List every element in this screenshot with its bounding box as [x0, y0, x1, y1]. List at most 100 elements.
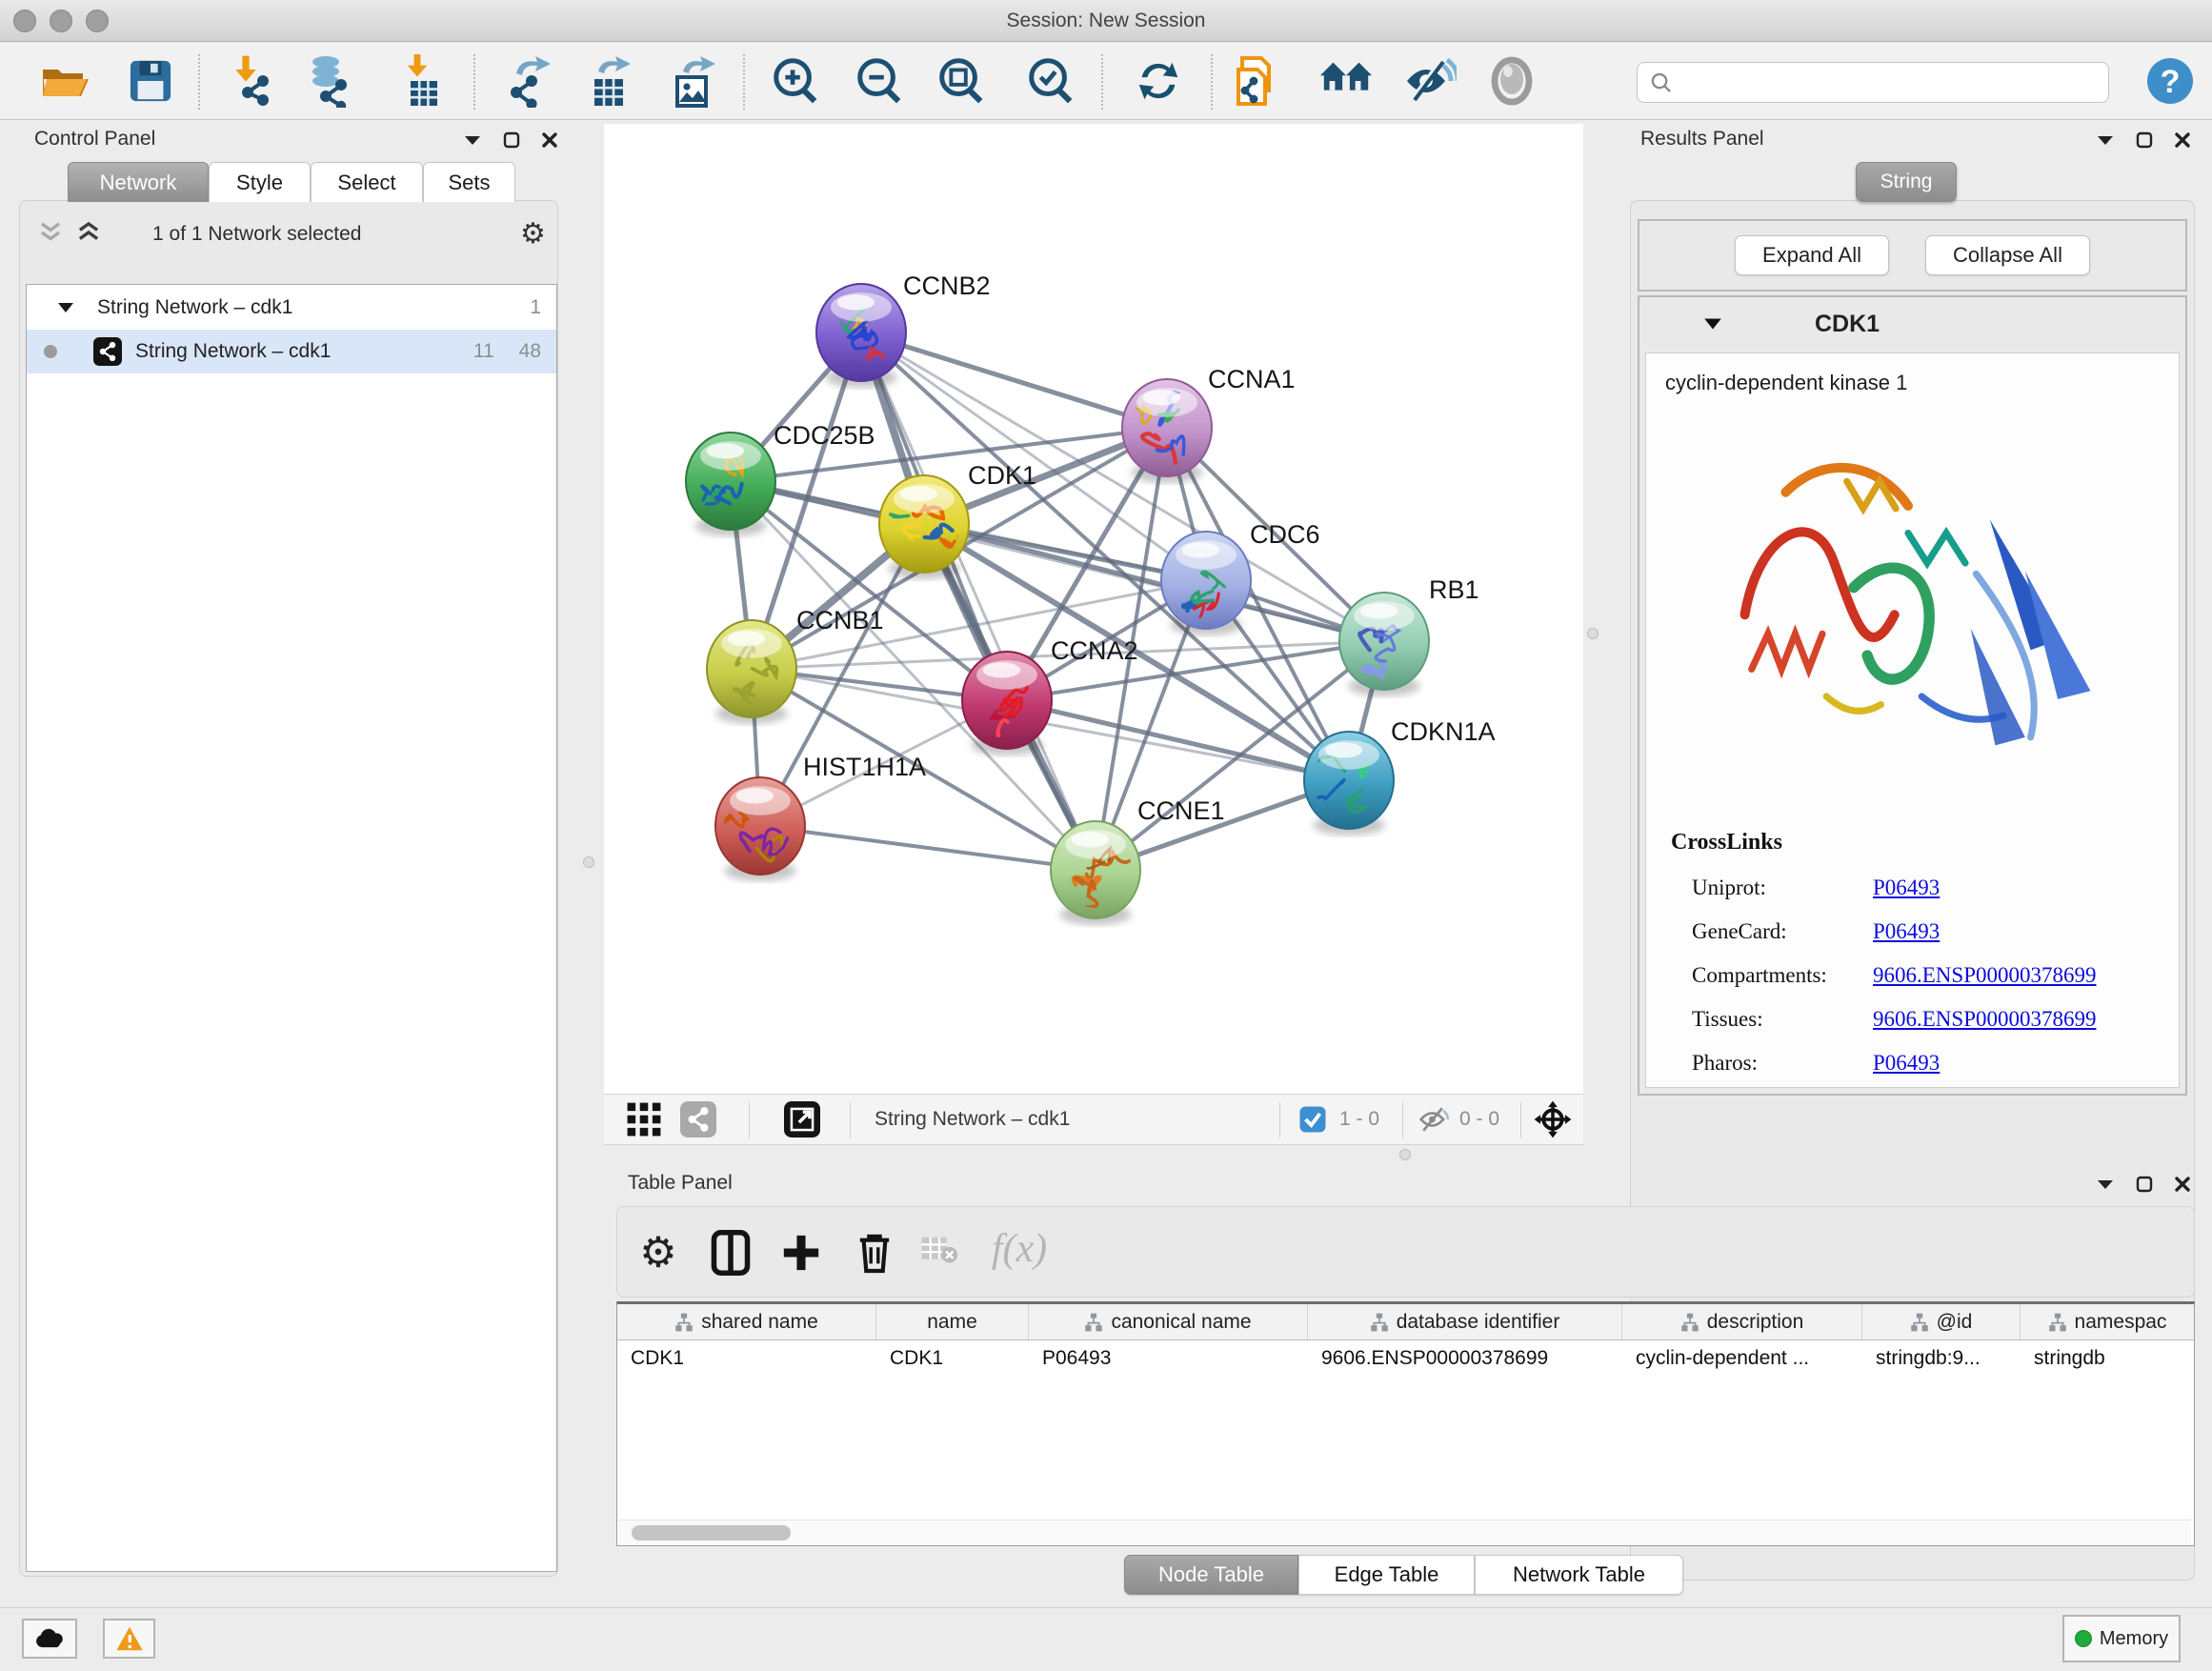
network-row[interactable]: String Network – cdk1 11 48 [27, 330, 556, 373]
show-columns-button[interactable] [711, 1230, 751, 1276]
tab-select[interactable]: Select [311, 162, 423, 202]
right-splitter-handle[interactable] [1587, 628, 1599, 639]
column-header-description[interactable]: description [1622, 1304, 1862, 1339]
collapse-all-button[interactable]: Collapse All [1925, 235, 2090, 275]
tab-style[interactable]: Style [209, 162, 311, 202]
column-header-canonical-name[interactable]: canonical name [1029, 1304, 1308, 1339]
tab-edge-table[interactable]: Edge Table [1298, 1555, 1475, 1595]
close-window-button[interactable] [13, 10, 36, 32]
minimize-window-button[interactable] [50, 10, 72, 32]
hide-selected-button[interactable] [1403, 57, 1457, 105]
first-neighbors-button[interactable] [1318, 57, 1374, 105]
panel-menu-icon[interactable] [463, 133, 482, 147]
node-CCNA1[interactable] [1116, 379, 1212, 484]
node-CCNE1[interactable] [1051, 821, 1140, 925]
network-graph[interactable]: CCNB2CCNA1CDC25BCDK1CDC6RB1CCNB1CCNA2CDK… [604, 124, 1583, 1094]
column-header-namespac[interactable]: namespac [2021, 1304, 2194, 1339]
expand-all-button[interactable]: Expand All [1735, 235, 1889, 275]
table-scrollbar-thumb[interactable] [632, 1525, 791, 1540]
open-in-window-button[interactable] [784, 1101, 820, 1137]
network-view[interactable]: CCNB2CCNA1CDC25BCDK1CDC6RB1CCNB1CCNA2CDK… [604, 124, 1583, 1094]
zoom-in-button[interactable] [769, 55, 820, 107]
clone-network-button[interactable] [1231, 54, 1284, 108]
add-column-button[interactable] [782, 1234, 820, 1272]
column-header-database-identifier[interactable]: database identifier [1308, 1304, 1622, 1339]
open-session-button[interactable] [41, 60, 90, 102]
column-header-name[interactable]: name [876, 1304, 1029, 1339]
zoom-selected-button[interactable] [1024, 55, 1076, 107]
node-CDKN1A[interactable] [1304, 732, 1394, 836]
import-table-button[interactable] [393, 54, 447, 108]
edge-CCNB2-CCNE1[interactable] [861, 332, 1096, 870]
column-header--id[interactable]: @id [1862, 1304, 2021, 1339]
table-row[interactable]: CDK1CDK1P064939606.ENSP00000378699cyclin… [617, 1340, 2194, 1377]
zoom-fit-button[interactable] [935, 55, 986, 107]
save-session-button[interactable] [129, 59, 172, 103]
crosslink-link[interactable]: 9606.ENSP00000378699 [1873, 963, 2097, 988]
pan-mode-button[interactable] [1533, 1099, 1573, 1139]
selected-checkbox[interactable] [1298, 1105, 1327, 1134]
warnings-button[interactable] [103, 1619, 155, 1659]
export-image-button[interactable] [666, 54, 719, 108]
zoom-window-button[interactable] [86, 10, 109, 32]
search-input[interactable] [1683, 71, 2097, 93]
panel-menu-icon[interactable] [2096, 1178, 2115, 1191]
close-panel-icon[interactable] [2174, 1176, 2191, 1193]
network-options-gear-icon[interactable]: ⚙ [520, 217, 546, 251]
node-CDK1[interactable] [869, 475, 969, 579]
protein-section-header[interactable]: CDK1 [1639, 297, 2185, 351]
hidden-indicator[interactable] [1418, 1106, 1451, 1133]
function-builder-button[interactable]: f(x) [992, 1226, 1047, 1272]
panel-menu-icon[interactable] [2096, 133, 2115, 147]
birds-eye-view-button[interactable] [626, 1101, 662, 1137]
delete-column-button[interactable] [856, 1231, 893, 1275]
crosslink-link[interactable]: 9606.ENSP00000378699 [1873, 1007, 2097, 1032]
protein-section: CDK1 cyclin-dependent kinase 1 CrossLink… [1638, 295, 2187, 1096]
tab-string[interactable]: String [1856, 162, 1957, 202]
collapse-all-icon[interactable] [38, 221, 63, 244]
tab-node-table[interactable]: Node Table [1124, 1555, 1298, 1595]
close-panel-icon[interactable] [2174, 131, 2191, 149]
node-CCNB2[interactable] [816, 284, 906, 388]
tab-network-table[interactable]: Network Table [1475, 1555, 1683, 1595]
float-panel-icon[interactable] [2136, 1176, 2153, 1193]
export-table-button[interactable] [583, 54, 636, 108]
edge-CCNA2-CDKN1A[interactable] [1007, 700, 1349, 780]
table-options-button[interactable]: ⚙ [639, 1229, 676, 1278]
delete-table-button[interactable] [920, 1234, 958, 1264]
node-HIST1H1A[interactable] [715, 777, 805, 881]
import-network-button[interactable] [225, 54, 278, 108]
network-type-button[interactable] [680, 1101, 716, 1137]
float-panel-icon[interactable] [503, 131, 520, 149]
zoom-out-button[interactable] [853, 55, 904, 107]
column-header-shared-name[interactable]: shared name [617, 1304, 876, 1339]
crosslink-link[interactable]: P06493 [1873, 919, 1940, 944]
close-panel-icon[interactable] [541, 131, 558, 149]
node-RB1[interactable] [1339, 593, 1429, 696]
float-panel-icon[interactable] [2136, 131, 2153, 149]
import-database-button[interactable] [301, 54, 354, 108]
crosslink-link[interactable]: P06493 [1873, 876, 1940, 900]
memory-button[interactable]: Memory [2062, 1615, 2181, 1662]
node-CCNB1[interactable] [707, 620, 796, 724]
search-box[interactable] [1637, 62, 2109, 103]
show-all-button[interactable] [1487, 56, 1537, 106]
horizontal-splitter-handle[interactable] [1399, 1149, 1411, 1160]
edge-HIST1H1A-CCNE1[interactable] [760, 826, 1096, 870]
help-button[interactable]: ? [2145, 56, 2195, 106]
node-CDC25B[interactable] [686, 433, 775, 536]
expand-all-icon[interactable] [76, 221, 101, 244]
left-splitter-handle[interactable] [583, 856, 594, 868]
edge-CCNB2-CCNA1[interactable] [861, 332, 1167, 428]
crosslink-link[interactable]: P06493 [1873, 1051, 1940, 1076]
tree-expander-icon[interactable] [57, 301, 74, 314]
tab-sets[interactable]: Sets [423, 162, 515, 202]
export-network-button[interactable] [505, 54, 558, 108]
selected-count: 1 - 0 [1339, 1108, 1379, 1131]
apply-layout-button[interactable] [1133, 55, 1184, 107]
tab-network[interactable]: Network [68, 162, 209, 202]
section-expander-icon[interactable] [1702, 316, 1723, 332]
cloud-button[interactable] [22, 1619, 77, 1659]
network-collection-row[interactable]: String Network – cdk1 1 [27, 286, 556, 330]
table-scrollbar[interactable] [618, 1520, 2191, 1544]
